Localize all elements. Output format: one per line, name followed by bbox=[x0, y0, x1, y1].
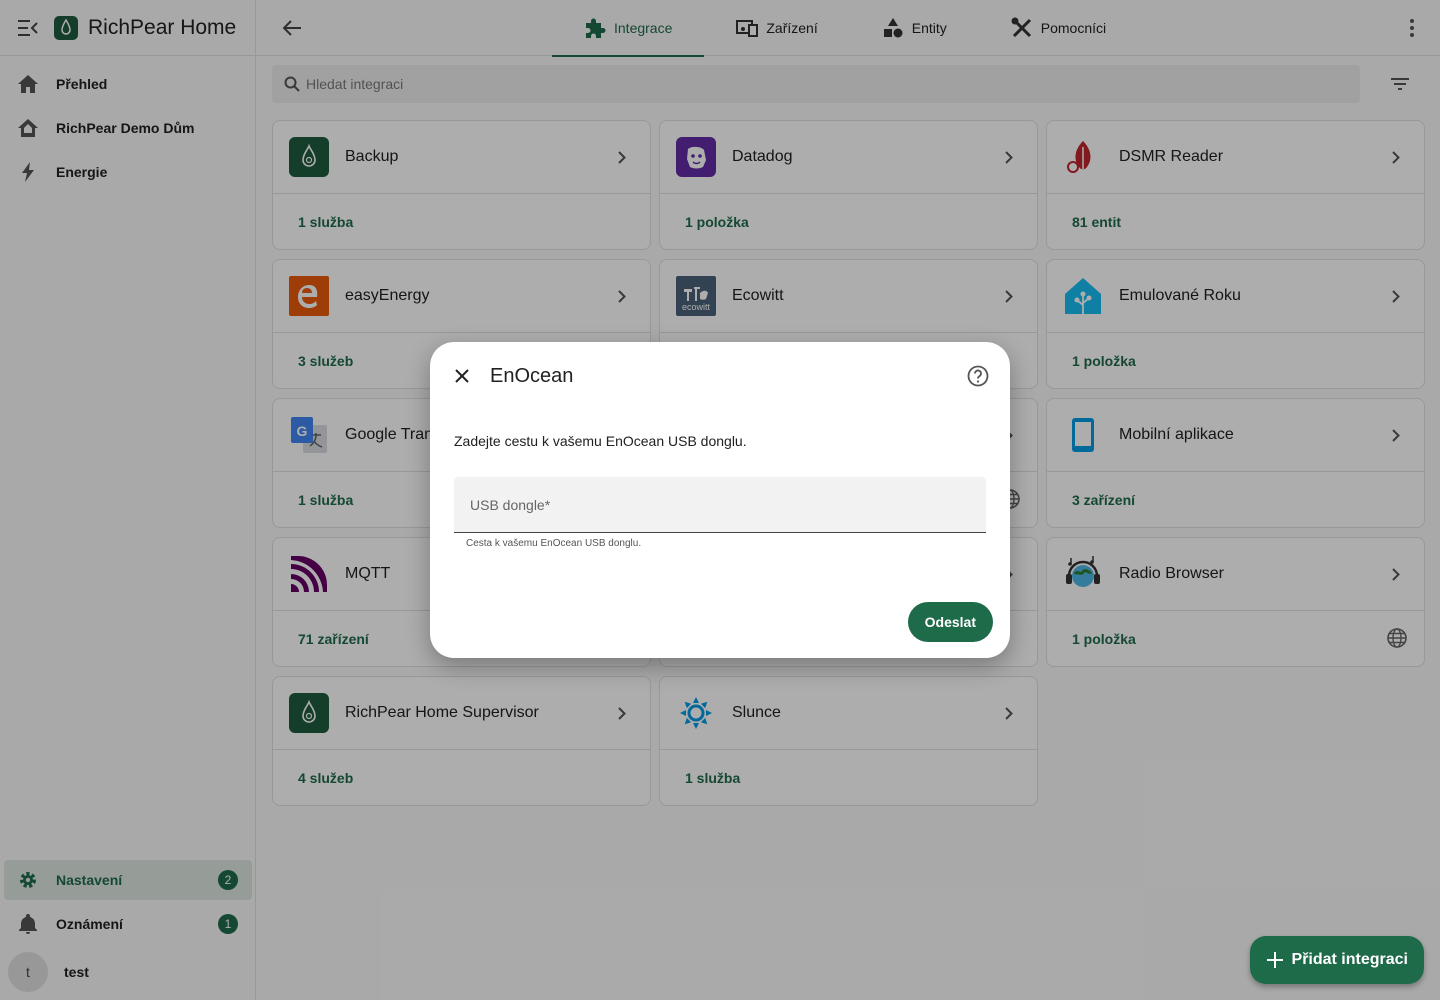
dialog-description: Zadejte cestu k vašemu EnOcean USB dongl… bbox=[454, 433, 747, 449]
close-icon[interactable] bbox=[450, 364, 474, 388]
usb-dongle-field[interactable] bbox=[454, 477, 986, 533]
add-integration-label: Přidat integraci bbox=[1291, 951, 1408, 968]
dialog-title: EnOcean bbox=[490, 364, 574, 387]
enocean-dialog: EnOcean Zadejte cestu k vašemu EnOcean U… bbox=[430, 342, 1010, 658]
usb-dongle-input[interactable] bbox=[470, 496, 970, 513]
help-icon[interactable] bbox=[966, 364, 990, 388]
add-integration-button[interactable]: Přidat integraci bbox=[1249, 936, 1424, 984]
field-helper-text: Cesta k vašemu EnOcean USB donglu. bbox=[466, 538, 642, 549]
dialog-header: EnOcean bbox=[430, 342, 1010, 410]
plus-icon bbox=[1264, 949, 1286, 971]
submit-button[interactable]: Odeslat bbox=[907, 602, 993, 642]
